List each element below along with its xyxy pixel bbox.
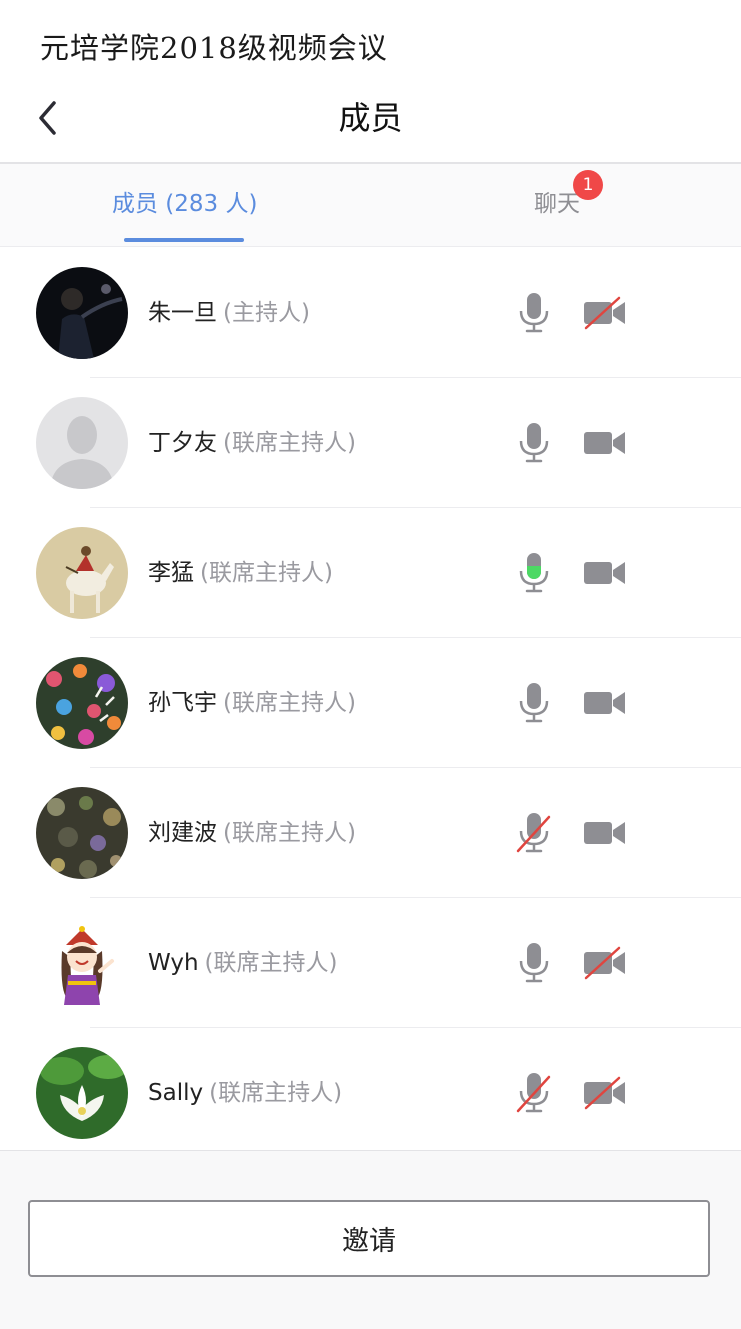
mic-toggle-button[interactable] — [514, 941, 554, 985]
page-title: 成员 — [338, 99, 403, 137]
painting-horse-avatar-icon — [36, 527, 128, 619]
chevron-left-icon — [39, 101, 56, 135]
microphone-icon — [519, 683, 549, 723]
member-row[interactable]: 孙飞宇 (联席主持人) — [0, 638, 741, 768]
member-role: (主持人) — [223, 300, 310, 326]
member-role: (联席主持人) — [223, 430, 356, 456]
default-person-avatar-icon — [36, 397, 128, 489]
member-name-text: 朱一旦 — [148, 300, 217, 326]
member-name-text: 李猛 — [148, 560, 194, 586]
avatar — [36, 657, 128, 749]
lotus-avatar-icon — [36, 1047, 128, 1139]
mic-toggle-button[interactable] — [514, 421, 554, 465]
navigation-bar: 成员 — [0, 80, 741, 164]
member-name: 刘建波 (联席主持人) — [148, 768, 356, 898]
camera-toggle-button[interactable] — [582, 423, 628, 463]
camera-toggle-button[interactable] — [582, 813, 628, 853]
mic-toggle-button[interactable] — [514, 551, 554, 595]
camera-toggle-button[interactable] — [582, 1073, 628, 1113]
camera-toggle-button[interactable] — [582, 293, 628, 333]
avatar — [36, 917, 128, 1009]
invite-button[interactable]: 邀请 — [28, 1200, 710, 1277]
camera-off-icon — [584, 296, 625, 330]
footer: 邀请 — [0, 1150, 741, 1329]
video-camera-icon — [584, 432, 625, 454]
member-row[interactable]: 朱一旦 (主持人) — [0, 248, 741, 378]
member-role: (联席主持人) — [200, 560, 333, 586]
member-name-text: Wyh — [148, 950, 199, 976]
mic-toggle-button[interactable] — [514, 291, 554, 335]
camera-toggle-button[interactable] — [582, 553, 628, 593]
dark-pattern-avatar-icon — [36, 787, 128, 879]
page-caption: 元培学院2018级视频会议 — [40, 31, 388, 65]
member-list: 朱一旦 (主持人) 丁夕友 (联席主持人) 李猛 (联席主持人) 孙飞宇 (联席… — [0, 248, 741, 1158]
video-camera-icon — [584, 562, 625, 584]
member-name: 朱一旦 (主持人) — [148, 248, 310, 378]
video-camera-icon — [584, 692, 625, 714]
member-name-text: 孙飞宇 — [148, 690, 217, 716]
tab-bar: 成员 (283 人) 聊天 — [0, 164, 741, 247]
avatar — [36, 267, 128, 359]
avatar — [36, 1047, 128, 1139]
avatar — [36, 787, 128, 879]
video-camera-icon — [584, 822, 625, 844]
member-role: (联席主持人) — [204, 950, 338, 976]
microphone-off-icon — [516, 813, 551, 853]
member-row[interactable]: 李猛 (联席主持人) — [0, 508, 741, 638]
camera-toggle-button[interactable] — [582, 683, 628, 723]
dark-photo-avatar-icon — [36, 267, 128, 359]
member-name: 孙飞宇 (联席主持人) — [148, 638, 356, 768]
tab-chat[interactable]: 聊天 — [534, 164, 580, 246]
member-row[interactable]: Wyh (联席主持人) — [0, 898, 741, 1028]
member-name-text: 刘建波 — [148, 820, 217, 846]
member-role: (联席主持人) — [223, 690, 356, 716]
active-tab-indicator — [124, 238, 244, 242]
member-row[interactable]: 丁夕友 (联席主持人) — [0, 378, 741, 508]
member-name: Wyh (联席主持人) — [148, 898, 337, 1028]
member-name: 李猛 (联席主持人) — [148, 508, 333, 638]
member-name-text: 丁夕友 — [148, 430, 217, 456]
mic-toggle-button[interactable] — [514, 681, 554, 725]
flowers-avatar-icon — [36, 657, 128, 749]
member-row[interactable]: Sally (联席主持人) — [0, 1028, 741, 1158]
microphone-icon — [519, 423, 549, 463]
tab-members[interactable]: 成员 (283 人) — [112, 164, 257, 246]
mic-toggle-button[interactable] — [514, 811, 554, 855]
camera-off-icon — [584, 1076, 625, 1110]
chat-unread-badge: 1 — [573, 170, 603, 200]
microphone-off-icon — [516, 1073, 551, 1113]
member-role: (联席主持人) — [209, 1080, 343, 1106]
mic-toggle-button[interactable] — [514, 1071, 554, 1115]
microphone-icon — [519, 293, 549, 333]
member-role: (联席主持人) — [223, 820, 356, 846]
microphone-speaking-icon — [519, 553, 549, 593]
member-row[interactable]: 刘建波 (联席主持人) — [0, 768, 741, 898]
member-name: Sally (联席主持人) — [148, 1028, 342, 1158]
microphone-icon — [519, 943, 549, 983]
member-name: 丁夕友 (联席主持人) — [148, 378, 356, 508]
member-name-text: Sally — [148, 1080, 204, 1106]
back-button[interactable] — [26, 96, 70, 140]
camera-toggle-button[interactable] — [582, 943, 628, 983]
camera-off-icon — [584, 946, 625, 980]
avatar — [36, 397, 128, 489]
avatar — [36, 527, 128, 619]
cartoon-girl-avatar-icon — [36, 917, 128, 1009]
